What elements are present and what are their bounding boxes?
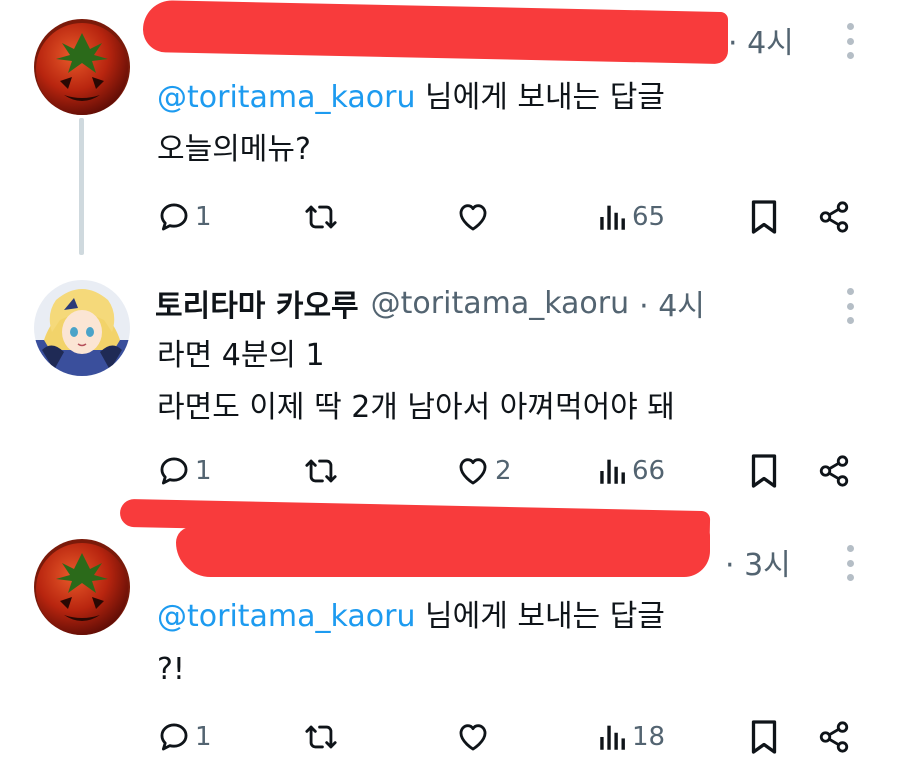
- reply-button[interactable]: 1: [157, 715, 212, 759]
- reply-count: 1: [195, 202, 212, 232]
- like-button[interactable]: 2: [455, 449, 512, 493]
- redaction-mark: [176, 527, 710, 577]
- tweet-header: 토리타마 카오루 @toritama_kaoru · 4시: [155, 278, 900, 328]
- reply-count: 1: [195, 722, 212, 752]
- retweet-button[interactable]: [302, 195, 340, 239]
- views-count: 65: [632, 202, 666, 232]
- avatar-anime-character[interactable]: [34, 280, 130, 376]
- like-count: 2: [495, 456, 512, 486]
- replying-to: @toritama_kaoru 님에게 보내는 답글: [157, 591, 665, 635]
- share-icon: [819, 201, 849, 233]
- share-icon: [819, 721, 849, 753]
- tweet-text: 오늘의메뉴?: [157, 125, 311, 175]
- display-name[interactable]: 토리타마 카오루: [155, 281, 359, 325]
- tweet-text-line: ?!: [157, 652, 185, 687]
- retweet-icon: [305, 459, 337, 483]
- reply-label: 님에게 보내는 답글: [415, 599, 665, 634]
- more-icon[interactable]: [842, 23, 858, 59]
- like-button[interactable]: [455, 195, 495, 239]
- bookmark-icon: [751, 200, 777, 234]
- redaction-mark: [143, 0, 728, 65]
- like-button[interactable]: [455, 715, 495, 759]
- views-count: 66: [632, 456, 666, 486]
- bookmark-icon: [751, 454, 777, 488]
- share-icon: [819, 455, 849, 487]
- like-icon: [459, 724, 487, 751]
- like-icon: [459, 458, 487, 485]
- share-button[interactable]: [817, 449, 851, 493]
- avatar-tomato[interactable]: [34, 19, 130, 115]
- retweet-icon: [305, 725, 337, 749]
- tweet-text: 라면 4분의 1 라면도 이제 딱 2개 남아서 아껴먹어야 돼: [157, 331, 675, 433]
- mention-link[interactable]: @toritama_kaoru: [157, 599, 415, 634]
- tweet-time: · 4시: [728, 26, 794, 61]
- reply-button[interactable]: 1: [157, 449, 212, 493]
- views-icon: [600, 725, 625, 750]
- retweet-button[interactable]: [302, 449, 340, 493]
- tweet-time: · 4시: [639, 289, 705, 324]
- bookmark-icon: [751, 720, 777, 754]
- reply-icon: [160, 457, 188, 485]
- views-button[interactable]: 66: [598, 449, 665, 493]
- reply-button[interactable]: 1: [157, 195, 212, 239]
- views-button[interactable]: 65: [598, 195, 665, 239]
- tweet-text-line: 라면도 이제 딱 2개 남아서 아껴먹어야 돼: [157, 390, 675, 425]
- more-icon[interactable]: [842, 545, 858, 581]
- tweet-actions: 1 2 66: [157, 449, 900, 493]
- views-icon: [600, 205, 625, 230]
- views-count: 18: [632, 722, 666, 752]
- user-handle[interactable]: @toritama_kaoru: [371, 286, 629, 321]
- tweet-thread: · 4시 @toritama_kaoru 님에게 보내는 답글 오늘의메뉴? 1…: [0, 0, 900, 779]
- replying-to: @toritama_kaoru 님에게 보내는 답글: [157, 72, 665, 116]
- bookmark-button[interactable]: [748, 715, 780, 759]
- share-button[interactable]: [817, 195, 851, 239]
- retweet-button[interactable]: [302, 715, 340, 759]
- tweet-actions: 1 65: [157, 195, 900, 239]
- retweet-icon: [305, 205, 337, 229]
- share-button[interactable]: [817, 715, 851, 759]
- avatar-tomato[interactable]: [34, 539, 130, 635]
- bookmark-button[interactable]: [748, 449, 780, 493]
- tweet-3[interactable]: · 3시 @toritama_kaoru 님에게 보내는 답글 ?! 1 18: [0, 498, 900, 779]
- reply-icon: [160, 723, 188, 751]
- tweet-time: · 3시: [725, 548, 791, 583]
- tweet-text-line: 오늘의메뉴?: [157, 132, 311, 167]
- views-button[interactable]: 18: [598, 715, 665, 759]
- bookmark-button[interactable]: [748, 195, 780, 239]
- mention-link[interactable]: @toritama_kaoru: [157, 80, 415, 115]
- views-icon: [600, 459, 625, 484]
- like-icon: [459, 204, 487, 231]
- reply-icon: [160, 203, 188, 231]
- tweet-text-line: 라면 4분의 1: [157, 338, 325, 373]
- tweet-text: ?!: [157, 645, 185, 695]
- reply-count: 1: [195, 456, 212, 486]
- tweet-2[interactable]: 토리타마 카오루 @toritama_kaoru · 4시 라면 4분의 1 라…: [0, 255, 900, 505]
- reply-label: 님에게 보내는 답글: [415, 80, 665, 115]
- more-icon[interactable]: [842, 288, 858, 324]
- thread-line: [79, 118, 84, 255]
- tweet-1[interactable]: · 4시 @toritama_kaoru 님에게 보내는 답글 오늘의메뉴? 1…: [0, 0, 900, 255]
- tweet-actions: 1 18: [157, 715, 900, 759]
